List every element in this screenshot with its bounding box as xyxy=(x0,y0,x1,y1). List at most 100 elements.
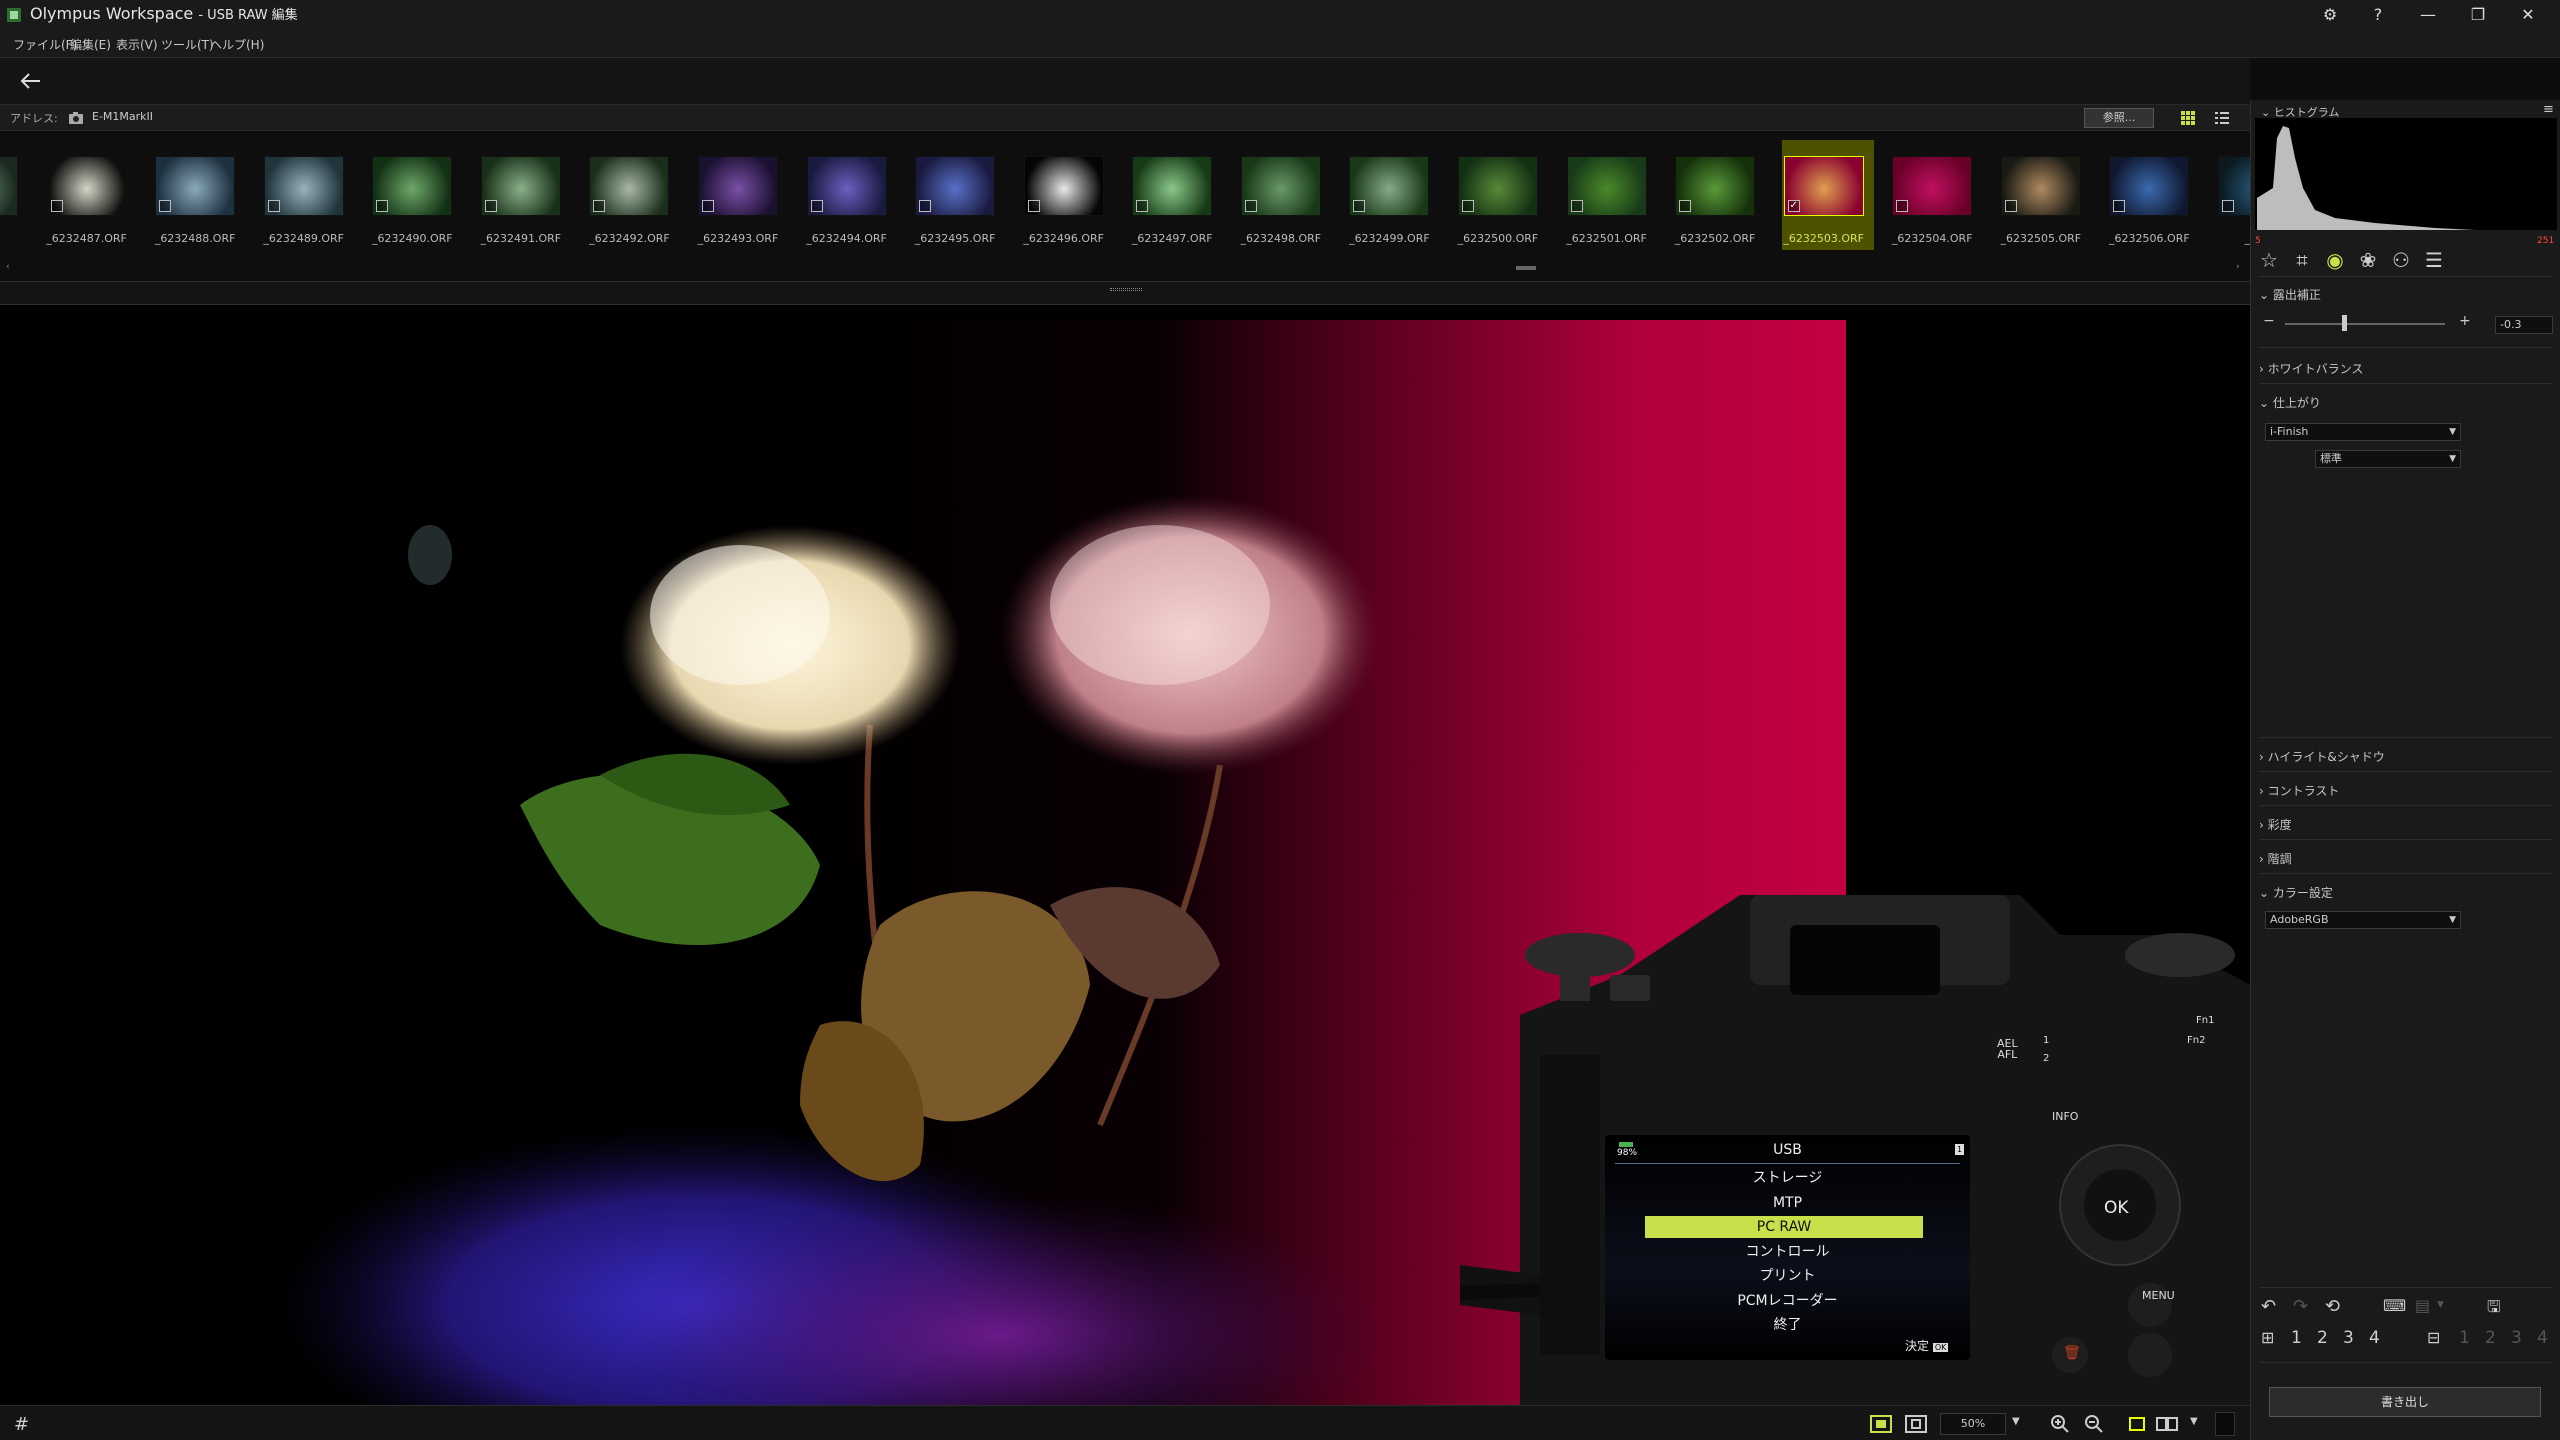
memory-slot-button[interactable]: 2 xyxy=(2317,1328,2328,1348)
memory-slot-button[interactable]: 4 xyxy=(2369,1328,2380,1348)
thumbnail[interactable] xyxy=(806,156,887,216)
zoom-field[interactable]: 50% xyxy=(1940,1413,2006,1435)
contrast-header[interactable]: › コントラスト xyxy=(2259,782,2339,799)
exposure-minus-icon[interactable]: − xyxy=(2263,313,2275,329)
thumbnail[interactable] xyxy=(915,156,996,216)
white-balance-header[interactable]: › ホワイトバランス xyxy=(2259,360,2363,377)
thumbnail[interactable] xyxy=(1349,156,1430,216)
thumbnail-checkbox[interactable] xyxy=(2004,200,2017,212)
strip-scroll-left-icon[interactable]: ‹ xyxy=(6,262,10,272)
rating-star-icon[interactable]: ☆ xyxy=(2255,247,2283,273)
maximize-button[interactable]: ❐ xyxy=(2454,0,2502,30)
thumbnail[interactable] xyxy=(1892,156,1973,216)
address-value[interactable]: E-M1MarkII xyxy=(92,110,153,123)
thumbnail-checkbox[interactable] xyxy=(810,200,823,212)
single-view-icon[interactable] xyxy=(2128,1415,2146,1433)
list-view-icon[interactable] xyxy=(2214,110,2230,126)
image-viewer[interactable]: 🗑 AEL AFL 1 2 INFO OK MENU Fn1 Fn2 98% US… xyxy=(0,305,2250,1405)
thumbnail-checkbox[interactable] xyxy=(2221,200,2234,212)
help-button[interactable]: ? xyxy=(2354,0,2402,30)
thumbnail-checkbox[interactable] xyxy=(1461,200,1474,212)
undo-icon[interactable]: ↶ xyxy=(2261,1296,2276,1317)
thumbnail-checkbox[interactable] xyxy=(919,200,932,212)
thumbnail[interactable] xyxy=(1240,156,1321,216)
exposure-value-field[interactable]: -0.3 xyxy=(2495,316,2553,334)
thumbnail[interactable] xyxy=(372,156,453,216)
highlight-shadow-header[interactable]: › ハイライト&シャドウ xyxy=(2259,748,2385,765)
browse-button[interactable]: 参照... xyxy=(2084,108,2154,128)
thumbnail[interactable] xyxy=(1675,156,1756,216)
menu-view[interactable]: 表示(V) xyxy=(116,36,158,53)
thumbnail-checkbox[interactable] xyxy=(484,200,497,212)
thumbnail-checkbox[interactable]: ✓ xyxy=(1787,200,1800,212)
finish-sub-dropdown[interactable]: 標準 ▼ xyxy=(2315,450,2461,468)
color-tools-icon[interactable]: ◉ xyxy=(2321,247,2349,273)
finish-mode-dropdown[interactable]: i-Finish ▼ xyxy=(2265,423,2461,441)
menu-help[interactable]: ヘルプ(H) xyxy=(210,36,264,53)
reset-icon[interactable]: ⟲ xyxy=(2325,1296,2340,1317)
compare-view-icon[interactable] xyxy=(2156,1415,2178,1433)
thumbnail-checkbox[interactable] xyxy=(1244,200,1257,212)
splitter[interactable] xyxy=(0,281,2250,305)
exposure-header[interactable]: ⌄ 露出補正 xyxy=(2259,286,2321,303)
memory-slot-button[interactable]: 3 xyxy=(2343,1328,2354,1348)
adjust-sliders-icon[interactable]: ☰ xyxy=(2420,247,2448,273)
thumbnail-checkbox[interactable] xyxy=(1353,200,1366,212)
export-button[interactable]: 書き出し xyxy=(2269,1387,2541,1417)
crop-icon[interactable]: ⌗ xyxy=(2288,247,2316,273)
back-arrow-icon[interactable] xyxy=(16,66,46,96)
close-button[interactable]: ✕ xyxy=(2504,0,2552,30)
thumbnail[interactable] xyxy=(0,156,18,216)
memory-set-icon[interactable]: ⊞ xyxy=(2261,1328,2274,1347)
memory-slot-button[interactable]: 1 xyxy=(2291,1328,2302,1348)
finish-header[interactable]: ⌄ 仕上がり xyxy=(2259,394,2321,411)
thumbnail[interactable] xyxy=(1457,156,1538,216)
thumbnail[interactable] xyxy=(46,156,127,216)
thumbnail-checkbox[interactable] xyxy=(267,200,280,212)
zoom-dropdown-icon[interactable]: ▼ xyxy=(2012,1416,2020,1427)
grid-overlay-icon[interactable]: # xyxy=(14,1414,29,1435)
thumbnail-checkbox[interactable] xyxy=(50,200,63,212)
exposure-slider-track[interactable] xyxy=(2285,323,2445,325)
memory-apply-icon[interactable]: ⊟ xyxy=(2427,1328,2440,1347)
actual-size-icon[interactable] xyxy=(1905,1415,1927,1433)
thumbnail-checkbox[interactable] xyxy=(1896,200,1909,212)
thumbnail[interactable] xyxy=(2000,156,2081,216)
zoom-out-icon[interactable] xyxy=(2084,1414,2104,1434)
splitter-handle[interactable] xyxy=(1110,288,1142,291)
minimize-button[interactable]: — xyxy=(2404,0,2452,30)
thumbnail[interactable] xyxy=(2217,156,2250,216)
saturation-header[interactable]: › 彩度 xyxy=(2259,816,2292,833)
exposure-slider-handle[interactable] xyxy=(2342,315,2347,331)
strip-scrollbar[interactable] xyxy=(1516,266,1536,270)
fit-screen-icon[interactable] xyxy=(1870,1415,1892,1433)
strip-scroll-right-icon[interactable]: › xyxy=(2236,262,2240,272)
thumbnail-checkbox[interactable] xyxy=(2113,200,2126,212)
thumbnail-checkbox[interactable] xyxy=(593,200,606,212)
thumbnail[interactable] xyxy=(1566,156,1647,216)
color-space-dropdown[interactable]: AdobeRGB ▼ xyxy=(2265,911,2461,929)
thumbnail[interactable] xyxy=(1023,156,1104,216)
exposure-plus-icon[interactable]: + xyxy=(2459,313,2471,329)
color-setting-header[interactable]: ⌄ カラー設定 xyxy=(2259,884,2333,901)
grid-view-icon[interactable] xyxy=(2180,110,2196,126)
thumbnail-checkbox[interactable] xyxy=(701,200,714,212)
view-dropdown-icon[interactable]: ▼ xyxy=(2190,1416,2198,1427)
gradation-header[interactable]: › 階調 xyxy=(2259,850,2292,867)
panel-menu-icon[interactable]: ≡ xyxy=(2543,102,2554,117)
thumbnail[interactable] xyxy=(480,156,561,216)
thumbnail[interactable] xyxy=(697,156,778,216)
thumbnail[interactable]: ✓ xyxy=(1783,156,1864,216)
copy-settings-icon[interactable]: ⌨ xyxy=(2383,1296,2406,1315)
thumbnail-checkbox[interactable] xyxy=(1679,200,1692,212)
thumbnail-checkbox[interactable] xyxy=(1027,200,1040,212)
retouch-icon[interactable]: ⚇ xyxy=(2387,247,2415,273)
thumbnail-checkbox[interactable] xyxy=(159,200,172,212)
thumbnail-checkbox[interactable] xyxy=(1570,200,1583,212)
thumbnail[interactable] xyxy=(2109,156,2190,216)
thumbnail[interactable] xyxy=(263,156,344,216)
settings-button[interactable]: ⚙ xyxy=(2306,0,2354,30)
thumbnail-checkbox[interactable] xyxy=(376,200,389,212)
thumbnail-checkbox[interactable] xyxy=(1136,200,1149,212)
menu-edit[interactable]: 編集(E) xyxy=(70,36,111,53)
